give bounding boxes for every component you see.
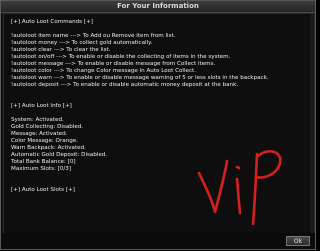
- ok-button[interactable]: Ok: [286, 236, 310, 246]
- vip-letter-i-dot: [235, 165, 241, 170]
- vip-handwritten-annotation: [197, 150, 282, 226]
- vip-letter-p-bowl: [254, 150, 282, 179]
- vip-scribble-strokes: [197, 150, 282, 226]
- info-dialog: For Your Information [+] Auto Loot Comma…: [0, 0, 316, 250]
- vip-letter-i: [235, 177, 242, 215]
- vip-letter-v: [197, 159, 229, 214]
- vip-letter-p-stem: [251, 152, 259, 226]
- dialog-footer: [1, 233, 315, 249]
